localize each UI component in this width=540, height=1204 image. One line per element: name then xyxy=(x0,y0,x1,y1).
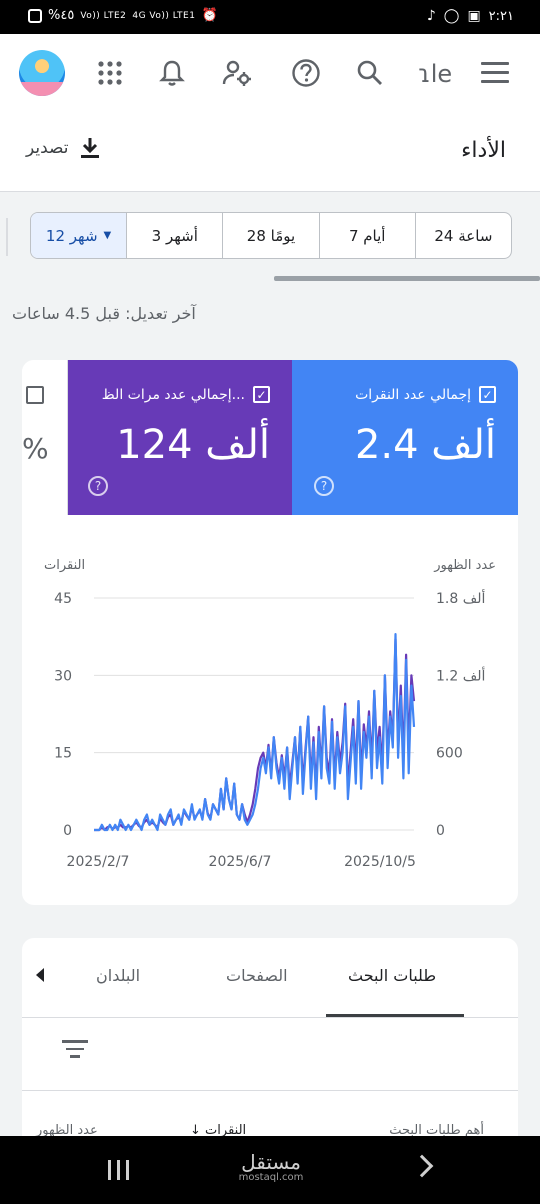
date-range-selector: 24 ساعة 7 أيام 28 يومًا 3 أشهر 12 شهر ▼ xyxy=(30,212,512,259)
page-title: الأداء xyxy=(461,138,506,163)
x-tick-label: 2025/6/7 xyxy=(209,854,272,870)
range-chip-3m[interactable]: 3 أشهر xyxy=(126,213,222,258)
ctr-symbol: % xyxy=(22,432,49,465)
dimensions-card: طلبات البحث الصفحات البلدان أهم طلبات ال… xyxy=(22,938,518,1158)
right-tick-label: 600 xyxy=(436,746,463,762)
range-chip-7d[interactable]: 7 أيام xyxy=(318,213,415,258)
help-icon[interactable]: ? xyxy=(88,476,108,496)
status-bar: %٤٥ Vo)) LTE2 4G Vo)) LTE1 ⏰ ♪ ◯ ▣ ٢:٢١ xyxy=(0,0,540,34)
metric-card-clicks[interactable]: إجمالي عدد النقرات ✓ 2.4 ألف ? xyxy=(292,360,518,515)
back-button[interactable] xyxy=(410,1154,434,1178)
performance-card: إجمالي عدد النقرات ✓ 2.4 ألف ? إجمالي عد… xyxy=(22,360,518,905)
gallery-icon: ▣ xyxy=(467,8,481,24)
account-settings-icon[interactable] xyxy=(220,56,254,90)
checkbox-checked-icon[interactable]: ✓ xyxy=(479,386,496,403)
right-tick-label: 0 xyxy=(436,823,445,839)
impressions-value: 124 ألف xyxy=(116,422,270,468)
performance-chart: النقرات عدد الظهور 45 1.8 ألف 30 1.2 ألف 15 6… xyxy=(22,550,518,890)
range-chip-24h[interactable]: 24 ساعة xyxy=(414,213,511,258)
chart-svg: 45 1.8 ألف 30 1.2 ألف 15 600 0 0 2025/2/7 2025/6/… xyxy=(54,589,485,870)
range-chip-28d[interactable]: 28 يومًا xyxy=(222,213,318,258)
x-tick-label: 2025/10/5 xyxy=(344,854,416,870)
battery-icon xyxy=(28,8,42,23)
clicks-value: 2.4 ألف xyxy=(354,422,496,468)
left-tick-label: 0 xyxy=(63,823,72,839)
scroll-edge-indicator xyxy=(6,218,8,256)
clock: ٢:٢١ xyxy=(488,8,514,24)
whatsapp-icon: ◯ xyxy=(443,8,460,24)
watermark-text: مستقل xyxy=(241,1150,301,1174)
export-label: تصدير xyxy=(26,138,69,158)
tab-pages[interactable]: الصفحات xyxy=(226,966,288,985)
x-tick-label: 2025/2/7 xyxy=(67,854,130,870)
checkbox-checked-icon[interactable]: ✓ xyxy=(253,386,270,403)
impressions-label: إجمالي عدد مرات الظ... xyxy=(101,386,245,403)
left-tick-label: 15 xyxy=(54,746,72,762)
page-header: الأداء تصدير xyxy=(0,114,540,192)
home-button[interactable]: مستقل mostaql.com xyxy=(238,1150,304,1183)
active-tab-indicator xyxy=(326,1014,464,1017)
horizontal-scrollbar[interactable] xyxy=(274,276,540,281)
help-icon[interactable] xyxy=(289,56,323,90)
watermark-subtext: mostaql.com xyxy=(238,1172,304,1183)
series-line-impressions xyxy=(94,638,416,832)
apps-grid-icon[interactable] xyxy=(93,56,127,90)
last-updated-text: آخر تعديل: قبل 4.5 ساعات xyxy=(12,304,196,323)
app-bar: ɿle xyxy=(0,34,540,114)
left-tick-label: 45 xyxy=(54,591,72,607)
tabs-scroll-left-icon[interactable] xyxy=(36,968,44,982)
filter-icon[interactable] xyxy=(62,1040,88,1062)
dimension-tabs: طلبات البحث الصفحات البلدان xyxy=(22,938,518,1018)
range-chip-12m[interactable]: 12 شهر ▼ xyxy=(31,213,127,258)
right-tick-label: 1.2 ألف xyxy=(436,666,485,684)
metric-card-ctr[interactable]: % xyxy=(22,360,68,515)
dropdown-caret-icon: ▼ xyxy=(103,230,112,241)
tab-queries[interactable]: طلبات البحث xyxy=(348,966,436,985)
search-icon[interactable] xyxy=(353,56,387,90)
tiktok-icon: ♪ xyxy=(426,8,436,24)
system-nav-bar: مستقل mostaql.com xyxy=(0,1136,540,1204)
network-indicator-1: Vo)) LTE2 xyxy=(80,10,127,21)
help-icon[interactable]: ? xyxy=(314,476,334,496)
battery-percent: %٤٥ xyxy=(48,8,75,23)
network-indicator-2: 4G Vo)) LTE1 xyxy=(132,10,196,21)
recents-button[interactable] xyxy=(108,1160,129,1180)
menu-icon[interactable] xyxy=(481,62,509,84)
checkbox-unchecked-icon[interactable] xyxy=(26,386,44,404)
metric-card-impressions[interactable]: إجمالي عدد مرات الظ... ✓ 124 ألف ? xyxy=(68,360,292,515)
brand-logo-fragment: ɿle xyxy=(418,60,453,88)
tab-countries[interactable]: البلدان xyxy=(96,966,140,985)
export-button[interactable]: تصدير xyxy=(26,136,101,160)
clicks-label: إجمالي عدد النقرات xyxy=(355,386,471,403)
download-icon xyxy=(80,138,99,158)
alarm-icon: ⏰ xyxy=(201,8,218,23)
left-tick-label: 30 xyxy=(54,668,72,684)
bell-icon[interactable] xyxy=(155,56,189,90)
avatar[interactable] xyxy=(19,50,65,96)
right-tick-label: 1.8 ألف xyxy=(436,589,485,607)
